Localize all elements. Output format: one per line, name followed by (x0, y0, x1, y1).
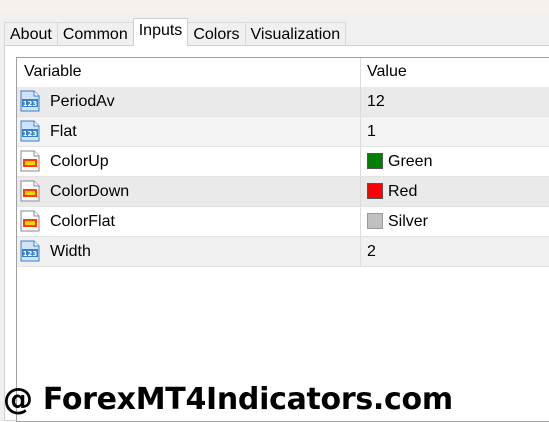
inputs-grid: Variable Value 123 PeriodAv 12 123 Flat … (16, 57, 549, 422)
header-variable: Variable (24, 63, 82, 80)
variable-value: Silver (388, 213, 429, 230)
value-cell[interactable]: Green (361, 147, 549, 176)
table-row[interactable]: ColorUp Green (17, 147, 549, 177)
variable-name: ColorFlat (50, 213, 115, 230)
variable-value: Green (388, 153, 433, 170)
variable-name: Flat (50, 123, 77, 140)
variable-cell: 123 Flat (17, 117, 361, 146)
inputs-panel: Variable Value 123 PeriodAv 12 123 Flat … (4, 45, 549, 422)
integer-param-icon: 123 (20, 120, 40, 142)
table-row[interactable]: 123 PeriodAv 12 (17, 87, 549, 117)
header-value-cell[interactable]: Value (361, 58, 549, 87)
integer-param-icon: 123 (20, 240, 40, 262)
variable-cell: ColorDown (17, 177, 361, 206)
grid-header: Variable Value (17, 58, 549, 88)
tab-inputs[interactable]: Inputs (132, 18, 189, 46)
value-cell[interactable]: 2 (361, 237, 549, 266)
variable-value: 12 (367, 93, 385, 110)
header-value: Value (367, 63, 407, 80)
value-cell[interactable]: 1 (361, 117, 549, 146)
indicator-properties-dialog: About Common Inputs Colors Visualization… (0, 13, 549, 422)
variable-name: Width (50, 243, 91, 260)
variable-name: ColorUp (50, 153, 109, 170)
color-param-icon (20, 150, 40, 172)
variable-cell: ColorUp (17, 147, 361, 176)
tab-colors[interactable]: Colors (187, 22, 246, 46)
variable-value: 2 (367, 243, 376, 260)
watermark: @ ForexMT4Indicators.com (3, 382, 453, 417)
color-swatch-green (367, 153, 383, 169)
value-cell[interactable]: Silver (361, 207, 549, 236)
variable-value: 1 (367, 123, 376, 140)
table-row[interactable]: 123 Flat 1 (17, 117, 549, 147)
table-row[interactable]: ColorDown Red (17, 177, 549, 207)
header-variable-cell[interactable]: Variable (17, 58, 361, 87)
tab-visualization[interactable]: Visualization (244, 22, 347, 46)
variable-cell: 123 Width (17, 237, 361, 266)
tab-common[interactable]: Common (56, 22, 134, 46)
tab-bar: About Common Inputs Colors Visualization (4, 18, 347, 46)
value-cell[interactable]: Red (361, 177, 549, 206)
svg-text:123: 123 (23, 130, 38, 138)
color-swatch-red (367, 183, 383, 199)
window-top-strip (0, 0, 549, 13)
table-row[interactable]: ColorFlat Silver (17, 207, 549, 237)
color-swatch-silver (367, 213, 383, 229)
variable-cell: 123 PeriodAv (17, 87, 361, 116)
svg-text:123: 123 (23, 100, 38, 108)
variable-cell: ColorFlat (17, 207, 361, 236)
tab-about[interactable]: About (4, 22, 58, 46)
value-cell[interactable]: 12 (361, 87, 549, 116)
variable-value: Red (388, 183, 418, 200)
variable-name: ColorDown (50, 183, 130, 200)
table-row[interactable]: 123 Width 2 (17, 237, 549, 267)
integer-param-icon: 123 (20, 90, 40, 112)
color-param-icon (20, 210, 40, 232)
variable-name: PeriodAv (50, 93, 115, 110)
svg-text:123: 123 (23, 250, 38, 258)
color-param-icon (20, 180, 40, 202)
